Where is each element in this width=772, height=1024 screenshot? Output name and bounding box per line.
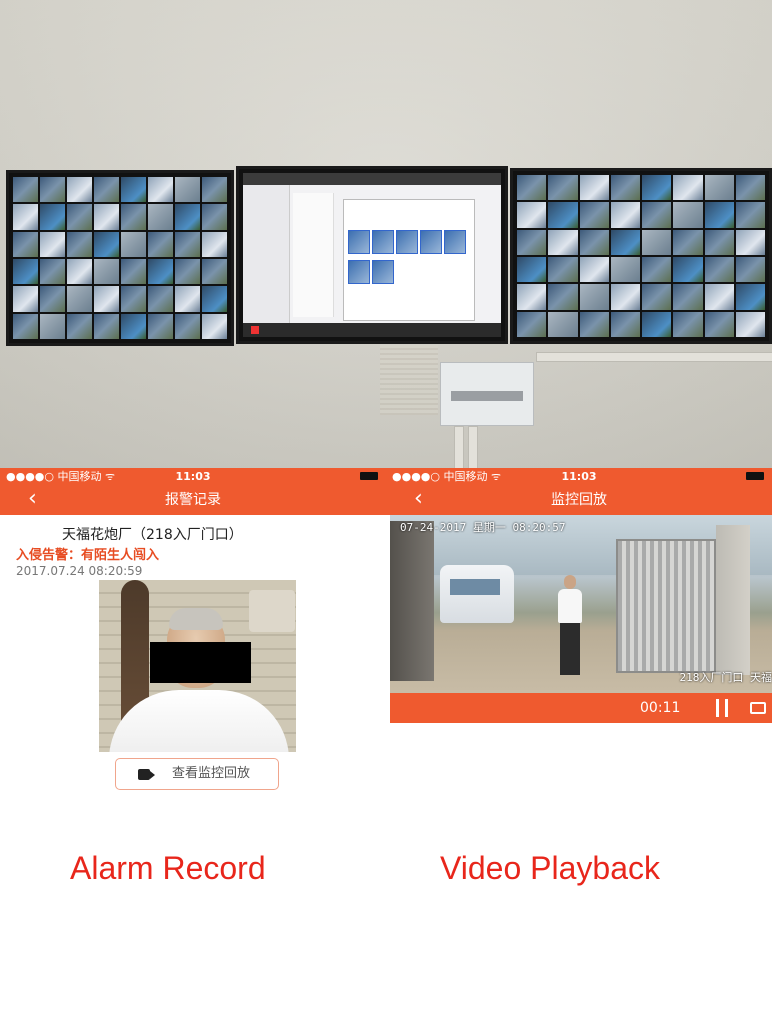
battery-icon bbox=[746, 472, 764, 480]
wall-notice bbox=[380, 345, 438, 415]
carrier: ●●●●○ 中国移动 ᯤ bbox=[6, 470, 116, 483]
conduit bbox=[468, 426, 478, 468]
playback-video[interactable]: 07-24-2017 星期一 08:20:57 218入厂门口 天福 bbox=[390, 515, 772, 693]
conduit bbox=[536, 352, 772, 362]
monitor-right bbox=[510, 168, 772, 344]
view-playback-label: 查看监控回放 bbox=[172, 766, 251, 781]
alarm-panel bbox=[343, 199, 475, 321]
status-bar: ●●●●○ 中国移动 ᯤ 11:03 bbox=[0, 468, 386, 485]
battery-icon bbox=[360, 472, 378, 480]
control-room-photo bbox=[0, 0, 772, 468]
fullscreen-icon[interactable] bbox=[750, 702, 766, 714]
video-camera-icon bbox=[138, 769, 155, 780]
page-title: 报警记录 bbox=[165, 492, 221, 508]
video-location: 218入厂门口 天福 bbox=[679, 671, 772, 684]
monitor-center bbox=[236, 166, 508, 344]
status-bar: ●●●●○ 中国移动 ᯤ 11:03 bbox=[386, 468, 772, 485]
monitor-left bbox=[6, 170, 234, 346]
alarm-time: 2017.07.24 08:20:59 bbox=[16, 564, 143, 578]
conduit bbox=[454, 426, 464, 468]
caption-video-playback: Video Playback bbox=[440, 850, 660, 886]
alarm-source: 天福花炮厂（218入厂门口） bbox=[62, 527, 243, 543]
video-playback-screen: ●●●●○ 中国移动 ᯤ 11:03 ‹ 监控回放 07-24-2017 星期一… bbox=[386, 468, 772, 1024]
nav-bar: ‹ 监控回放 bbox=[386, 485, 772, 515]
clock: 11:03 bbox=[175, 470, 211, 483]
management-software bbox=[243, 173, 501, 337]
view-playback-button[interactable]: 查看监控回放 bbox=[115, 758, 279, 790]
camera-grid-right bbox=[517, 175, 765, 337]
elapsed-time: 00:11 bbox=[640, 700, 681, 716]
alarm-record-screen: ●●●●○ 中国移动 ᯤ 11:03 ‹ 报警记录 天福花炮厂（218入厂门口）… bbox=[0, 468, 386, 1024]
camera-grid-left bbox=[13, 177, 227, 339]
playback-controls: 00:11 bbox=[390, 693, 772, 723]
clock: 11:03 bbox=[561, 470, 597, 483]
face-censor bbox=[150, 642, 251, 683]
nav-bar: ‹ 报警记录 bbox=[0, 485, 386, 515]
pause-icon[interactable] bbox=[716, 699, 728, 717]
electrical-box bbox=[440, 362, 534, 426]
alarm-snapshot[interactable] bbox=[99, 580, 296, 752]
caption-alarm-record: Alarm Record bbox=[70, 850, 266, 886]
page-title: 监控回放 bbox=[551, 492, 607, 508]
carrier: ●●●●○ 中国移动 ᯤ bbox=[392, 470, 502, 483]
video-timestamp: 07-24-2017 星期一 08:20:57 bbox=[400, 521, 566, 534]
person bbox=[556, 575, 584, 679]
alarm-title: 入侵告警：有陌生人闯入 bbox=[16, 548, 160, 563]
gate bbox=[616, 539, 716, 673]
